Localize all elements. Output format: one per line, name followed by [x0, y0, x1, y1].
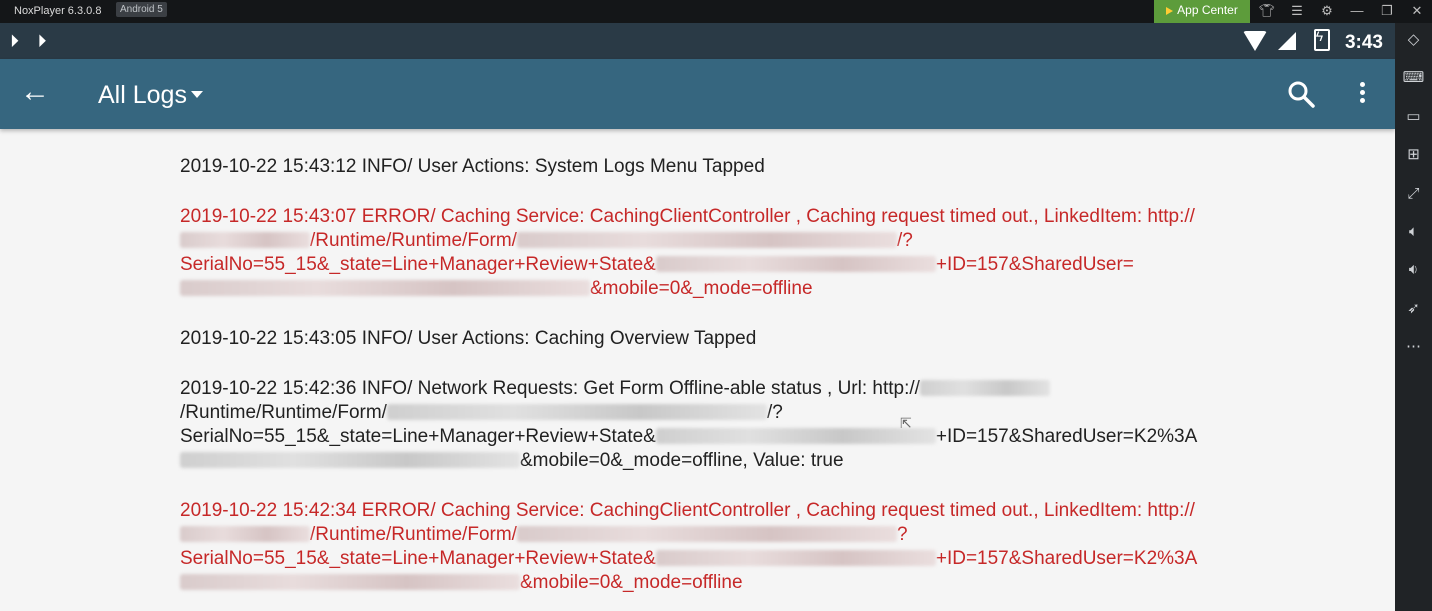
volume-up-icon[interactable]: 🔈︎ — [1395, 217, 1432, 247]
redacted-text — [180, 232, 310, 248]
log-entry-error: 2019-10-22 15:43:07 ERROR/ Caching Servi… — [180, 205, 1240, 301]
log-text: 2019-10-22 15:43:05 INFO/ User Actions: … — [180, 328, 757, 349]
log-text: &mobile=0&_mode=offline — [520, 572, 743, 593]
app-center-button[interactable]: App Center — [1154, 0, 1250, 23]
restore-icon[interactable]: ❐ — [1372, 0, 1402, 23]
menu-icon[interactable]: ☰ — [1282, 0, 1312, 23]
redacted-text — [386, 404, 767, 420]
app-title: NoxPlayer 6.3.0.8 — [14, 5, 102, 17]
volume-down-icon[interactable]: 🔉︎ — [1395, 255, 1432, 285]
log-text: /Runtime/Runtime/Form/ — [180, 402, 387, 423]
redacted-text — [180, 452, 520, 468]
battery-charging-icon — [1313, 28, 1330, 51]
log-text: /Runtime/Runtime/Form/ — [310, 524, 517, 545]
window-title-bar: NoxPlayer 6.3.0.8 Android 5 App Center 👕… — [0, 0, 1432, 23]
redacted-text — [180, 526, 310, 542]
play-store-icon — [1166, 7, 1174, 15]
log-filter-dropdown[interactable]: All Logs — [98, 81, 203, 110]
play-notification-icon: ⏵ — [10, 31, 19, 51]
log-text: +ID=157&SharedUser=K2%3A — [935, 548, 1198, 569]
rotate-icon[interactable]: ◇ — [1395, 25, 1432, 55]
redacted-text — [180, 574, 520, 590]
redacted-text — [516, 232, 897, 248]
add-apk-icon[interactable]: ⊞ — [1395, 140, 1432, 170]
redacted-text — [919, 380, 1050, 396]
keyboard-icon[interactable]: ⌨ — [1395, 63, 1432, 93]
log-text: +ID=157&SharedUser= — [935, 254, 1134, 275]
log-text: 2019-10-22 15:43:07 ERROR/ Caching Servi… — [180, 206, 1195, 227]
log-text: /Runtime/Runtime/Form/ — [310, 230, 517, 251]
app-center-label: App Center — [1177, 3, 1238, 17]
fullscreen-icon[interactable]: ⤢ — [1395, 179, 1432, 209]
minimize-icon[interactable]: — — [1342, 0, 1372, 23]
app-toolbar: ← All Logs — [0, 59, 1395, 129]
close-icon[interactable]: ✕ — [1402, 0, 1432, 23]
redacted-text — [655, 256, 936, 272]
emulator-sidebar: ◇ ⌨ ▭ ⊞ ⤢ 🔈︎ 🔉︎ ➶ ⋯ — [1395, 23, 1432, 611]
screen-icon[interactable]: ▭ — [1395, 102, 1432, 132]
log-text: 2019-10-22 15:43:12 INFO/ User Actions: … — [180, 156, 765, 177]
settings-gear-icon[interactable]: ⚙ — [1312, 0, 1342, 23]
log-text: +ID=157&SharedUser=K2%3A — [935, 426, 1198, 447]
log-entry-info: 2019-10-22 15:43:05 INFO/ User Actions: … — [180, 327, 1240, 351]
android-screen: ⏵ ⏵ 3:43 ← All Logs 2019-10-22 15:43:12 … — [0, 23, 1395, 611]
play-notification-icon-2: ⏵ — [37, 31, 47, 51]
log-list[interactable]: 2019-10-22 15:43:12 INFO/ User Actions: … — [180, 155, 1240, 611]
redacted-text — [655, 550, 936, 566]
more-options-icon[interactable]: ⋯ — [1395, 332, 1432, 362]
mouse-cursor-icon: ⇱ — [900, 415, 912, 431]
android-status-bar: ⏵ ⏵ 3:43 — [0, 23, 1395, 59]
log-entry-info: 2019-10-22 15:43:12 INFO/ User Actions: … — [180, 155, 1240, 179]
log-text: &mobile=0&_mode=offline — [590, 278, 813, 299]
redacted-text — [655, 428, 936, 444]
shirt-icon[interactable]: 👕︎ — [1252, 0, 1282, 23]
status-time: 3:43 — [1344, 32, 1383, 53]
search-icon[interactable] — [1286, 79, 1316, 109]
wifi-icon — [1243, 31, 1268, 51]
log-entry-error: 2019-10-22 15:42:34 ERROR/ Caching Servi… — [180, 499, 1240, 595]
back-arrow-icon[interactable]: ← — [20, 77, 50, 107]
log-text: 2019-10-22 15:42:34 ERROR/ Caching Servi… — [180, 500, 1195, 521]
log-entry-info: 2019-10-22 15:42:36 INFO/ Network Reques… — [180, 377, 1240, 473]
toolbar-title: All Logs — [98, 81, 187, 109]
redacted-text — [180, 280, 590, 296]
log-text: &mobile=0&_mode=offline, Value: true — [520, 450, 844, 471]
rocket-icon[interactable]: ➶ — [1395, 294, 1432, 324]
log-text: 2019-10-22 15:42:36 INFO/ Network Reques… — [180, 378, 920, 399]
android-version-badge: Android 5 — [116, 2, 167, 17]
dropdown-caret-icon — [190, 91, 203, 98]
cell-signal-icon — [1278, 32, 1297, 50]
redacted-text — [516, 526, 897, 542]
overflow-menu-icon[interactable] — [1352, 79, 1372, 109]
